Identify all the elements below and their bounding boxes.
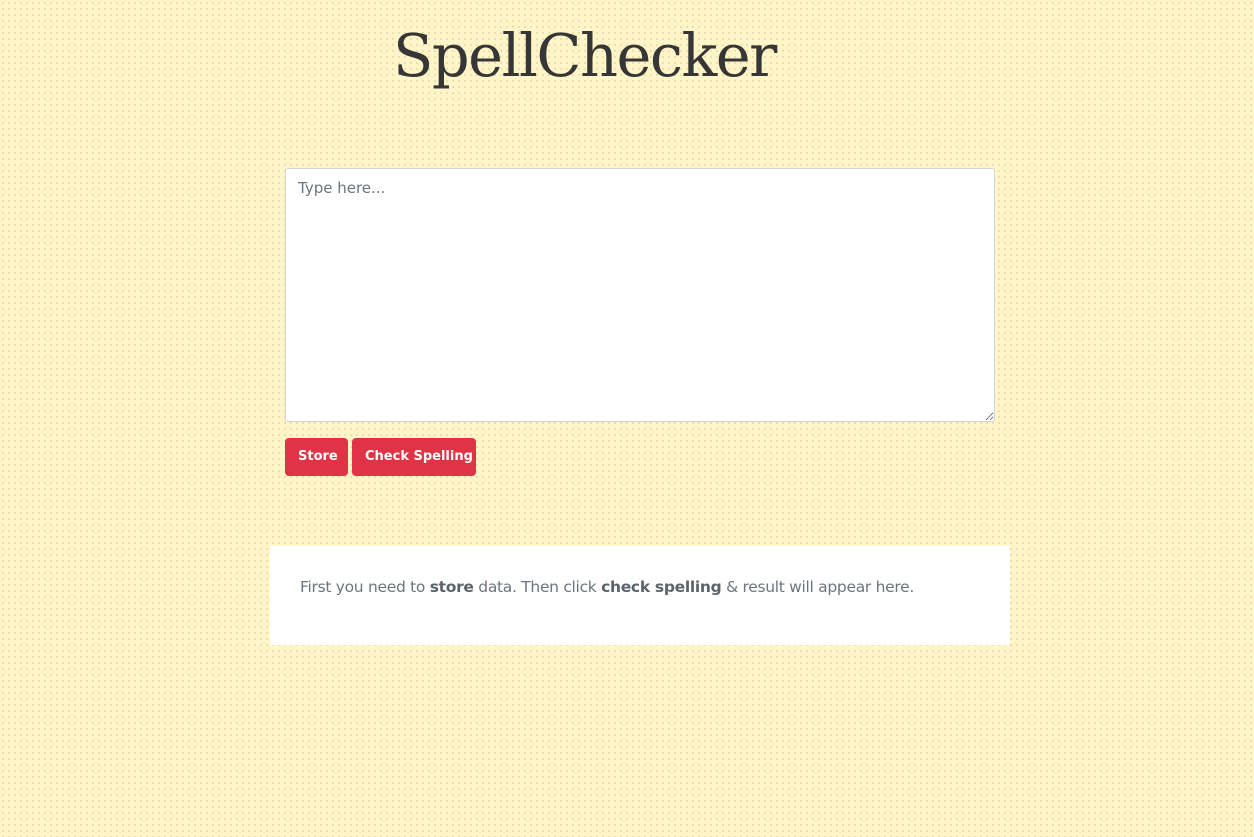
app-title: SpellChecker xyxy=(393,21,777,90)
result-keyword-check-spelling: check spelling xyxy=(601,578,722,596)
result-text-part: & result will appear here. xyxy=(721,578,914,596)
result-panel: First you need to store data. Then click… xyxy=(270,546,1010,645)
text-input-area[interactable] xyxy=(285,168,995,422)
check-spelling-button[interactable]: Check Spelling xyxy=(352,438,476,476)
store-button[interactable]: Store xyxy=(285,438,348,476)
result-text-part: data. Then click xyxy=(473,578,602,596)
result-keyword-store: store xyxy=(429,578,474,596)
result-message: First you need to store data. Then click… xyxy=(300,576,980,598)
result-text-part: First you need to xyxy=(300,578,430,596)
